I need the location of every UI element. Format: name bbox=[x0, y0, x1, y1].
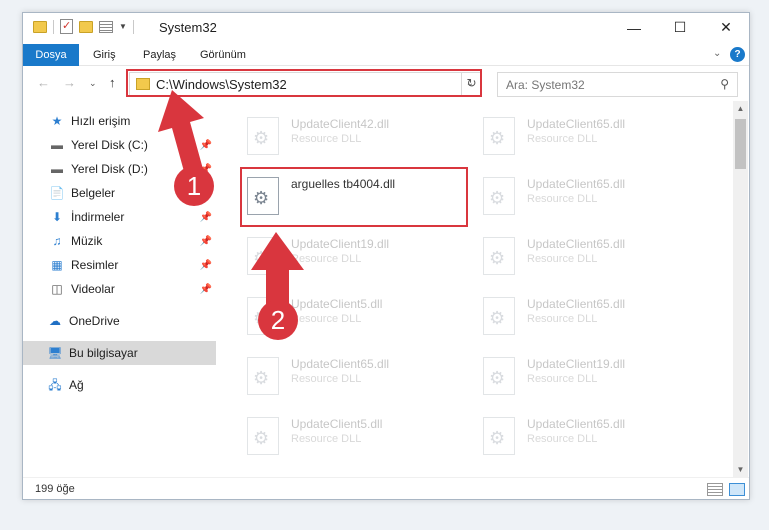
step-badge-2: 2 bbox=[258, 300, 298, 340]
step-badge-1: 1 bbox=[174, 166, 214, 206]
annotation-arrows bbox=[158, 90, 304, 312]
